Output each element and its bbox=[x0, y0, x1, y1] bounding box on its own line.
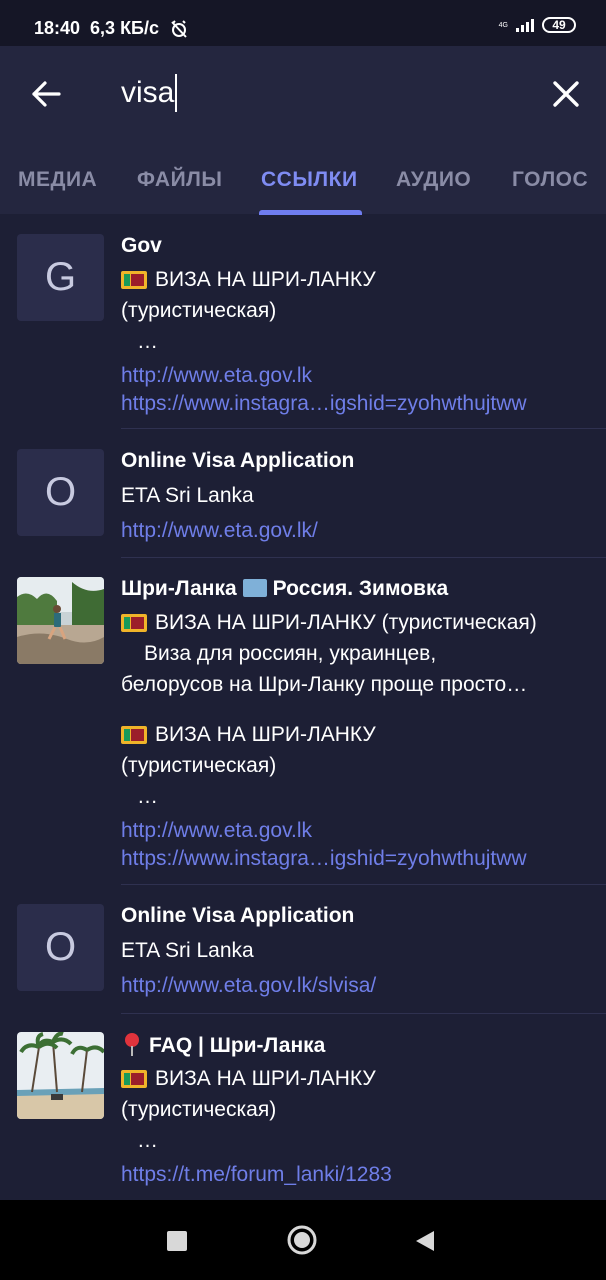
item-text: Виза для россиян, украинцев, bbox=[144, 642, 437, 665]
item-link[interactable]: https://www.instagra…igshid=zyohwthujtww bbox=[121, 392, 527, 416]
item-link[interactable]: http://www.eta.gov.lk bbox=[121, 364, 312, 388]
item-link[interactable]: https://www.instagra…igshid=zyohwthujtww bbox=[121, 847, 527, 871]
item-text-content: ВИЗА НА ШРИ-ЛАНКУ (туристическая) bbox=[155, 611, 537, 634]
item-text-content: ВИЗА НА ШРИ-ЛАНКУ bbox=[155, 268, 376, 291]
item-text: белорусов на Шри-Ланку проще просто… bbox=[121, 673, 528, 696]
item-text-content: ВИЗА НА ШРИ-ЛАНКУ bbox=[155, 723, 376, 746]
tab-links[interactable]: ССЫЛКИ bbox=[261, 168, 358, 192]
item-title-text: FAQ | Шри-Ланка bbox=[149, 1034, 326, 1057]
item-text: ETA Sri Lanka bbox=[121, 939, 254, 962]
item-ellipsis: … bbox=[137, 330, 158, 353]
status-speed: 6,3 КБ/с bbox=[90, 18, 160, 38]
item-text: ВИЗА НА ШРИ-ЛАНКУ bbox=[121, 723, 376, 747]
alarm-off-icon bbox=[171, 19, 187, 38]
text-cursor bbox=[175, 74, 178, 112]
back-arrow-icon[interactable] bbox=[28, 76, 64, 112]
item-ellipsis: … bbox=[137, 1129, 158, 1152]
search-header: visa МЕДИА ФАЙЛЫ ССЫЛКИ АУДИО ГОЛОС bbox=[0, 46, 606, 215]
letter-thumbnail: O bbox=[17, 449, 104, 536]
list-item[interactable]: Шри-Ланка Россия. Зимовка ВИЗА НА ШРИ-ЛАН… bbox=[0, 558, 606, 885]
search-query: visa bbox=[121, 76, 175, 109]
sri-lanka-flag-icon bbox=[121, 1070, 147, 1088]
list-item[interactable]: FAQ | Шри-Ланка ВИЗА НА ШРИ-ЛАНКУ (турис… bbox=[0, 1014, 606, 1200]
item-title: FAQ | Шри-Ланка bbox=[121, 1032, 325, 1058]
item-ellipsis: … bbox=[137, 785, 158, 808]
item-title: Online Visa Application bbox=[121, 449, 355, 472]
status-bar: 18:40 6,3 КБ/с 4G 49 bbox=[0, 0, 606, 46]
system-navigation-bar bbox=[0, 1200, 606, 1280]
item-link[interactable]: http://www.eta.gov.lk/ bbox=[121, 519, 318, 543]
status-right: 4G 49 bbox=[499, 17, 576, 33]
close-icon[interactable] bbox=[550, 78, 582, 110]
item-text: (туристическая) bbox=[121, 299, 277, 322]
recents-square-icon[interactable] bbox=[166, 1230, 188, 1252]
item-title: Online Visa Application bbox=[121, 904, 355, 927]
battery-icon: 49 bbox=[542, 17, 576, 33]
item-text: ETA Sri Lanka bbox=[121, 484, 254, 507]
tab-files[interactable]: ФАЙЛЫ bbox=[137, 168, 222, 192]
sri-lanka-flag-icon bbox=[121, 614, 147, 632]
list-item[interactable]: G Gov ВИЗА НА ШРИ-ЛАНКУ (туристическая) … bbox=[0, 214, 606, 429]
item-title-part: Россия. Зимовка bbox=[272, 577, 449, 600]
results-list[interactable]: G Gov ВИЗА НА ШРИ-ЛАНКУ (туристическая) … bbox=[0, 214, 606, 1200]
item-text: ВИЗА НА ШРИ-ЛАНКУ bbox=[121, 1067, 376, 1091]
search-input[interactable]: visa bbox=[121, 74, 178, 112]
status-left: 18:40 6,3 КБ/с bbox=[34, 18, 189, 39]
item-link[interactable]: http://www.eta.gov.lk bbox=[121, 819, 312, 843]
status-time: 18:40 bbox=[34, 18, 81, 38]
sri-lanka-flag-icon bbox=[121, 726, 147, 744]
sri-lanka-flag-icon bbox=[121, 271, 147, 289]
pin-icon bbox=[125, 1033, 139, 1056]
item-link[interactable]: https://t.me/forum_lanki/1283 bbox=[121, 1163, 392, 1187]
home-circle-icon[interactable] bbox=[286, 1224, 318, 1256]
list-item[interactable]: O Online Visa Application ETA Sri Lanka … bbox=[0, 429, 606, 558]
tab-voice[interactable]: ГОЛОС bbox=[512, 168, 588, 192]
item-text: (туристическая) bbox=[121, 754, 277, 777]
world-map-icon bbox=[242, 579, 267, 597]
letter-thumbnail: G bbox=[17, 234, 104, 321]
tab-bar: МЕДИА ФАЙЛЫ ССЫЛКИ АУДИО ГОЛОС bbox=[0, 158, 606, 215]
item-link[interactable]: http://www.eta.gov.lk/slvisa/ bbox=[121, 974, 376, 998]
item-text: ВИЗА НА ШРИ-ЛАНКУ bbox=[121, 268, 376, 292]
battery-level: 49 bbox=[552, 18, 566, 32]
tab-media[interactable]: МЕДИА bbox=[18, 168, 97, 192]
item-text-content: ВИЗА НА ШРИ-ЛАНКУ bbox=[155, 1067, 376, 1090]
beach-photo-thumbnail bbox=[17, 577, 104, 664]
item-title-part: Шри-Ланка bbox=[121, 577, 237, 600]
item-text: (туристическая) bbox=[121, 1098, 277, 1121]
list-item[interactable]: O Online Visa Application ETA Sri Lanka … bbox=[0, 885, 606, 1014]
tab-audio[interactable]: АУДИО bbox=[396, 168, 471, 192]
signal-icon bbox=[516, 18, 534, 32]
palm-beach-photo-thumbnail bbox=[17, 1032, 104, 1119]
back-triangle-icon[interactable] bbox=[414, 1229, 436, 1253]
item-title: Шри-Ланка Россия. Зимовка bbox=[121, 577, 448, 601]
network-type: 4G bbox=[498, 21, 508, 29]
item-title: Gov bbox=[121, 234, 162, 257]
item-text: ВИЗА НА ШРИ-ЛАНКУ (туристическая) bbox=[121, 611, 537, 635]
letter-thumbnail: O bbox=[17, 904, 104, 991]
